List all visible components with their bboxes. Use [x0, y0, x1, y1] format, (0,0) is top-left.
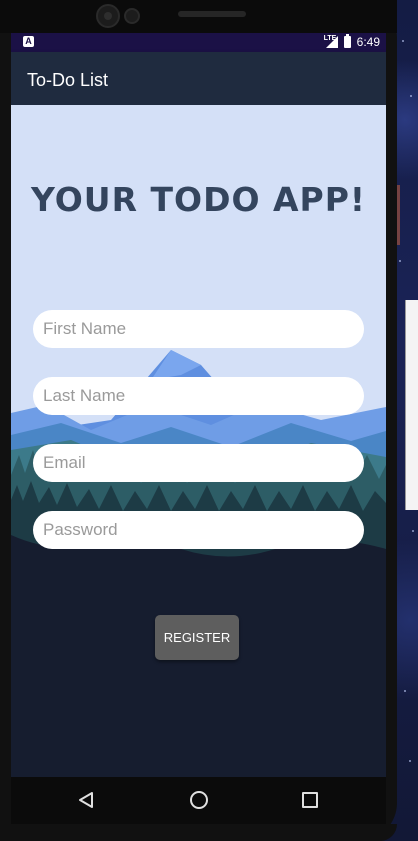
status-time: 6:49	[356, 35, 380, 49]
app-bar: To-Do List	[11, 52, 386, 105]
app-title: To-Do List	[27, 70, 109, 90]
sensor-icon	[124, 8, 140, 24]
background-decoration	[397, 185, 400, 245]
speaker-grille	[178, 11, 246, 17]
phone-top-bezel	[0, 0, 397, 33]
camera-icon	[96, 4, 120, 28]
password-field[interactable]	[33, 511, 364, 549]
last-name-field[interactable]	[33, 377, 364, 415]
home-icon[interactable]	[190, 791, 208, 809]
first-name-field[interactable]	[33, 310, 364, 348]
headline: YOUR TODO APP!	[31, 180, 366, 219]
register-button[interactable]: REGISTER	[155, 615, 239, 660]
signal-icon: LTE	[323, 35, 338, 48]
battery-icon	[343, 34, 351, 48]
register-screen: YOUR TODO APP! REGISTER	[11, 105, 386, 777]
email-field[interactable]	[33, 444, 364, 482]
recents-icon[interactable]	[302, 792, 318, 808]
status-bar: A LTE 6:49	[11, 33, 386, 52]
back-icon[interactable]	[78, 791, 94, 809]
navigation-bar	[11, 777, 386, 824]
phone-frame: A LTE 6:49 To-Do List YOUR TODO APP! Fir…	[0, 0, 397, 841]
background-window-edge	[405, 300, 418, 510]
network-type: LTE	[323, 35, 337, 42]
phone-bottom-bezel	[0, 824, 397, 841]
app-notification-icon: A	[23, 36, 34, 47]
screen: A LTE 6:49 To-Do List YOUR TODO APP! Fir…	[11, 33, 386, 777]
